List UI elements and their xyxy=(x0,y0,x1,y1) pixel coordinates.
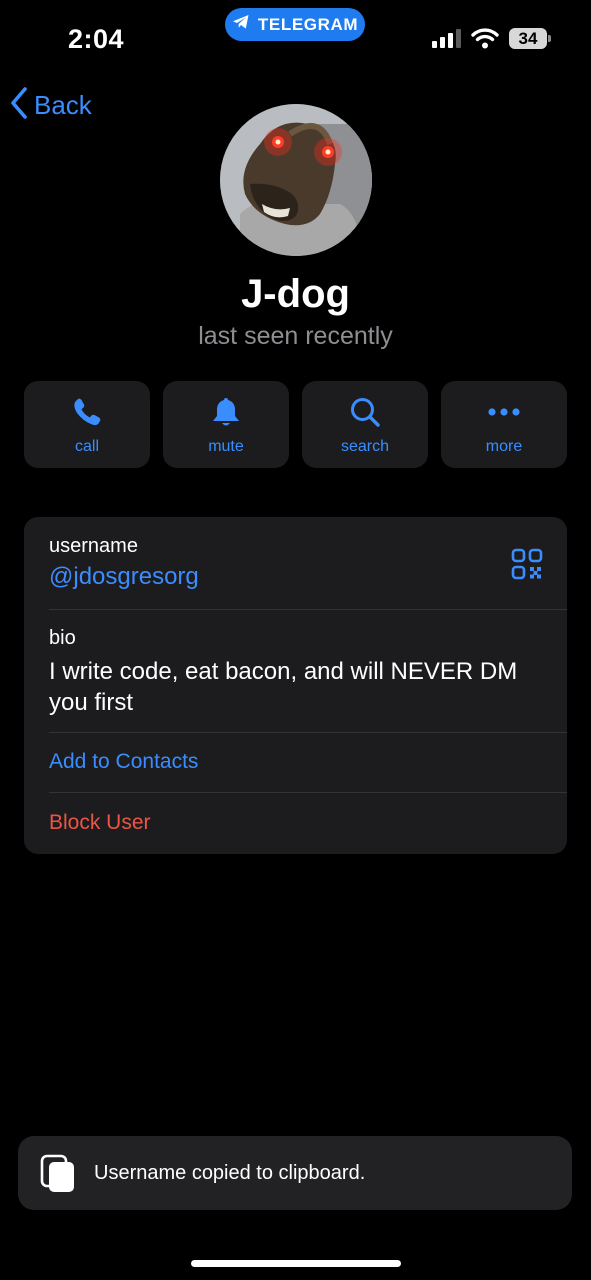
battery-level: 34 xyxy=(509,28,547,49)
copy-icon xyxy=(40,1154,74,1192)
cellular-signal-icon xyxy=(432,29,461,48)
bell-icon xyxy=(211,395,241,429)
toast-message: Username copied to clipboard. xyxy=(94,1161,366,1184)
search-icon xyxy=(349,395,381,429)
telegram-app-pill[interactable]: TELEGRAM xyxy=(225,8,365,41)
search-label: search xyxy=(340,438,390,455)
bio-label: bio xyxy=(49,627,76,649)
divider xyxy=(49,732,567,733)
more-button[interactable]: more xyxy=(441,381,567,468)
battery-icon: 34 xyxy=(509,28,551,49)
block-user-button[interactable]: Block User xyxy=(49,811,151,835)
mute-label: mute xyxy=(208,438,244,455)
profile-status: last seen recently xyxy=(198,322,393,350)
divider xyxy=(49,792,567,793)
back-button[interactable]: Back xyxy=(10,86,92,125)
call-button[interactable]: call xyxy=(24,381,150,468)
paper-plane-icon xyxy=(232,14,250,35)
username-link[interactable]: @jdosgresorg xyxy=(49,563,199,591)
chevron-left-icon xyxy=(10,86,28,125)
more-label: more xyxy=(485,438,523,455)
status-time: 2:04 xyxy=(68,24,125,54)
qr-code-icon[interactable] xyxy=(511,548,543,585)
profile-info-card: username @jdosgresorg bio I write code, … xyxy=(24,517,567,854)
username-label: username xyxy=(49,535,138,557)
profile-name: J-dog xyxy=(241,272,350,316)
bio-text: I write code, eat bacon, and will NEVER … xyxy=(49,658,518,716)
call-label: call xyxy=(74,438,99,455)
phone-icon xyxy=(71,395,103,429)
action-bar: call mute search more xyxy=(24,381,567,468)
mute-button[interactable]: mute xyxy=(163,381,289,468)
back-label: Back xyxy=(34,90,92,120)
divider xyxy=(49,609,567,610)
more-icon xyxy=(487,395,521,429)
wifi-icon xyxy=(471,27,499,54)
search-button[interactable]: search xyxy=(302,381,428,468)
clipboard-toast: Username copied to clipboard. xyxy=(18,1136,572,1210)
home-indicator[interactable] xyxy=(191,1260,401,1267)
add-to-contacts-button[interactable]: Add to Contacts xyxy=(49,750,198,774)
app-pill-label: TELEGRAM xyxy=(257,14,359,34)
avatar[interactable] xyxy=(220,104,372,256)
